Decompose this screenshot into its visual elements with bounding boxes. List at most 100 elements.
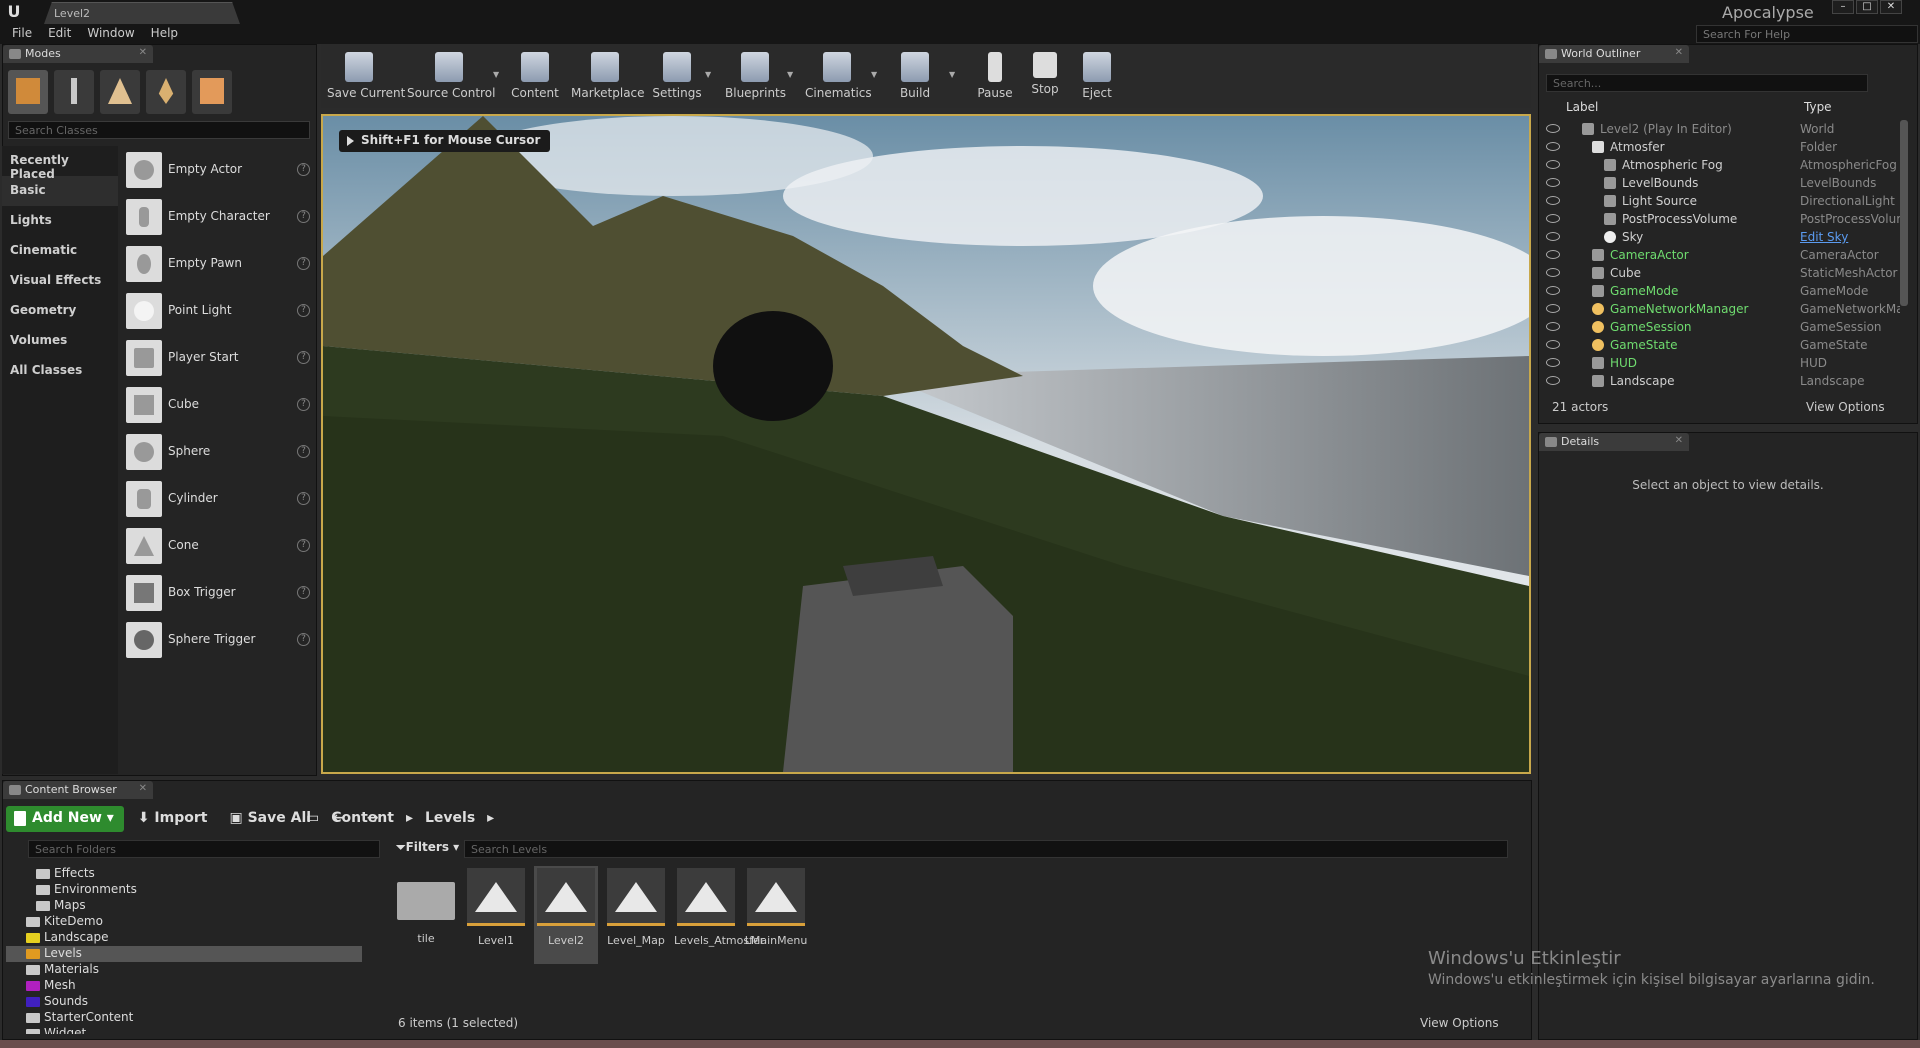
chevron-down-icon[interactable]: ▼ <box>949 70 955 79</box>
eye-icon[interactable] <box>1546 250 1560 259</box>
chevron-down-icon[interactable]: ▼ <box>787 70 793 79</box>
close-icon[interactable]: ✕ <box>1675 435 1683 446</box>
class-item[interactable]: Cylinder? <box>120 475 316 522</box>
paint-mode-button[interactable] <box>54 70 94 114</box>
edit-sky-link[interactable]: Edit Sky <box>1800 230 1900 244</box>
outliner-row[interactable]: CameraActor CameraActor <box>1546 246 1898 264</box>
category-lights[interactable]: Lights <box>2 206 118 236</box>
help-icon[interactable]: ? <box>297 257 310 270</box>
close-icon[interactable]: ✕ <box>139 783 147 794</box>
outliner-search-input[interactable]: Search... <box>1546 74 1868 92</box>
asset-tile[interactable]: Level_Map <box>604 866 668 964</box>
settings-button[interactable]: Settings <box>651 46 703 106</box>
eye-icon[interactable] <box>1546 196 1560 205</box>
class-item[interactable]: Empty Character? <box>120 193 316 240</box>
menu-help[interactable]: Help <box>143 24 186 44</box>
breadcrumb-content[interactable]: Content <box>331 810 394 826</box>
help-icon[interactable]: ? <box>297 633 310 646</box>
eye-icon[interactable] <box>1546 124 1560 133</box>
outliner-row[interactable]: GameNetworkManager GameNetworkMar <box>1546 300 1900 318</box>
cinematics-button[interactable]: Cinematics <box>805 46 872 106</box>
import-button[interactable]: ⬇ Import <box>130 806 216 832</box>
class-item[interactable]: Cube? <box>120 381 316 428</box>
folder-item[interactable]: Environments <box>6 882 362 898</box>
outliner-row[interactable]: HUD HUD <box>1546 354 1898 372</box>
close-icon[interactable]: ✕ <box>1675 47 1683 58</box>
content-browser-tab[interactable]: Content Browser ✕ <box>3 781 153 799</box>
outliner-row[interactable]: PostProcessVolume PostProcessVolur <box>1546 210 1900 228</box>
outliner-row[interactable]: Light Source DirectionalLight <box>1546 192 1898 210</box>
chevron-right-icon[interactable]: ▸ <box>487 810 494 826</box>
help-icon[interactable]: ? <box>297 586 310 599</box>
game-viewport[interactable]: Shift+F1 for Mouse Cursor <box>321 114 1531 774</box>
help-icon[interactable]: ? <box>297 304 310 317</box>
chevron-down-icon[interactable]: ▼ <box>705 70 711 79</box>
folder-item[interactable]: KiteDemo <box>6 914 362 930</box>
eye-icon[interactable] <box>1546 286 1560 295</box>
class-item[interactable]: Sphere? <box>120 428 316 475</box>
filters-button[interactable]: ⏷Filters ▾ <box>396 840 459 855</box>
class-item[interactable]: Empty Actor? <box>120 146 316 193</box>
stop-button[interactable]: Stop <box>1025 46 1065 106</box>
eye-icon[interactable] <box>1546 160 1560 169</box>
column-label[interactable]: Label <box>1566 100 1598 114</box>
search-folders-input[interactable]: Search Folders <box>28 840 380 858</box>
foliage-mode-button[interactable] <box>146 70 186 114</box>
level-tab[interactable]: Level2 <box>44 2 240 24</box>
eye-icon[interactable] <box>1546 340 1560 349</box>
asset-tile[interactable]: Levels_Atmosfer <box>674 866 764 964</box>
class-item[interactable]: Sphere Trigger? <box>120 616 316 663</box>
eye-icon[interactable] <box>1546 232 1560 241</box>
outliner-row[interactable]: GameMode GameMode <box>1546 282 1898 300</box>
category-recently-placed[interactable]: Recently Placed <box>2 146 118 181</box>
save-current-button[interactable]: Save Current <box>327 46 405 106</box>
breadcrumb-levels[interactable]: Levels <box>425 810 475 826</box>
asset-tile[interactable]: Level2 <box>534 866 598 964</box>
folder-item[interactable]: Maps <box>6 898 362 914</box>
category-all-classes[interactable]: All Classes <box>2 356 118 386</box>
close-icon[interactable]: ✕ <box>139 47 147 58</box>
build-button[interactable]: Build <box>891 46 939 106</box>
outliner-row[interactable]: Atmosfer Folder <box>1546 138 1898 156</box>
column-type[interactable]: Type <box>1804 100 1832 114</box>
blueprints-button[interactable]: Blueprints <box>725 46 786 106</box>
folder-item[interactable]: Widget <box>6 1026 362 1034</box>
search-classes-input[interactable]: Search Classes <box>8 121 310 139</box>
folder-item[interactable]: Mesh <box>6 978 362 994</box>
help-icon[interactable]: ? <box>297 163 310 176</box>
close-icon[interactable]: ✕ <box>1880 0 1902 14</box>
category-visual-effects[interactable]: Visual Effects <box>2 266 118 296</box>
outliner-row[interactable]: LevelBounds LevelBounds <box>1546 174 1898 192</box>
class-item[interactable]: Empty Pawn? <box>120 240 316 287</box>
search-levels-input[interactable]: Search Levels <box>464 840 1508 858</box>
outliner-row[interactable]: Landscape Landscape <box>1546 372 1898 390</box>
source-control-button[interactable]: Source Control <box>407 46 495 106</box>
eye-icon[interactable] <box>1546 322 1560 331</box>
menu-edit[interactable]: Edit <box>40 24 79 44</box>
class-item[interactable]: Point Light? <box>120 287 316 334</box>
help-icon[interactable]: ? <box>297 492 310 505</box>
class-item[interactable]: Cone? <box>120 522 316 569</box>
menu-window[interactable]: Window <box>79 24 142 44</box>
outliner-row[interactable]: GameState GameState <box>1546 336 1898 354</box>
folder-item[interactable]: Sounds <box>6 994 362 1010</box>
eye-icon[interactable] <box>1546 304 1560 313</box>
folder-item[interactable]: StarterContent <box>6 1010 362 1026</box>
save-all-button[interactable]: ▣ Save All <box>221 806 319 832</box>
minimize-icon[interactable]: – <box>1832 0 1854 14</box>
eye-icon[interactable] <box>1546 376 1560 385</box>
eye-icon[interactable] <box>1546 358 1560 367</box>
eject-button[interactable]: Eject <box>1077 46 1117 106</box>
folder-item[interactable]: Levels <box>6 946 362 962</box>
folder-item[interactable]: Materials <box>6 962 362 978</box>
help-icon[interactable]: ? <box>297 351 310 364</box>
help-icon[interactable]: ? <box>297 398 310 411</box>
eye-icon[interactable] <box>1546 178 1560 187</box>
asset-tile[interactable]: tile <box>394 866 458 964</box>
class-item[interactable]: Player Start? <box>120 334 316 381</box>
asset-tile[interactable]: LMainMenu <box>744 866 808 964</box>
chevron-down-icon[interactable]: ▼ <box>493 70 499 79</box>
details-tab[interactable]: Details ✕ <box>1539 433 1689 451</box>
geometry-mode-button[interactable] <box>192 70 232 114</box>
pause-button[interactable]: Pause <box>973 46 1017 106</box>
